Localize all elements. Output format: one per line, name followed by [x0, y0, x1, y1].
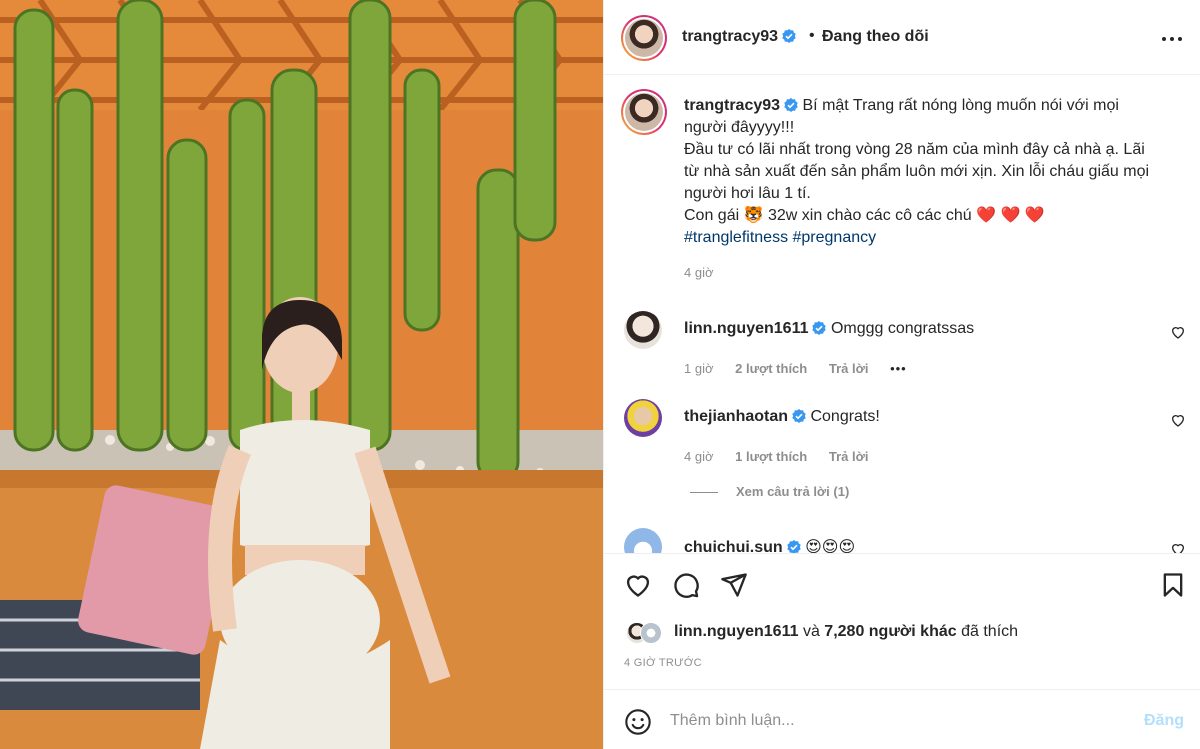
- header-separator: •: [809, 27, 815, 44]
- commenter-avatar[interactable]: [624, 528, 662, 553]
- add-comment-bar: Đăng: [604, 689, 1200, 749]
- like-heart-icon[interactable]: [624, 571, 652, 599]
- liker-username[interactable]: linn.nguyen1611: [674, 623, 798, 640]
- caption-text: trangtracy93 Bí mật Trang rất nóng lòng …: [684, 95, 1184, 249]
- comment-body: Congrats!: [810, 408, 880, 425]
- author-username[interactable]: trangtracy93: [682, 28, 796, 46]
- caption-username[interactable]: trangtracy93: [684, 97, 780, 114]
- verified-badge-icon: [792, 409, 806, 423]
- comment-time[interactable]: 4 giờ: [684, 449, 714, 464]
- author-avatar[interactable]: [621, 15, 667, 61]
- comment-input[interactable]: [670, 706, 1120, 736]
- liker-avatar[interactable]: [640, 622, 662, 644]
- more-options-icon[interactable]: [1160, 27, 1184, 51]
- replies-divider: [690, 492, 718, 494]
- comment-like-heart-icon[interactable]: [1170, 412, 1186, 428]
- emoji-smiley-icon[interactable]: [624, 708, 652, 736]
- post-photo[interactable]: [0, 0, 603, 749]
- commenter-username[interactable]: chuichui.sun: [684, 539, 783, 553]
- commenter-username[interactable]: thejianhaotan: [684, 408, 788, 425]
- commenter-avatar[interactable]: [624, 399, 662, 437]
- post-header: trangtracy93 • Đang theo dõi: [604, 0, 1200, 75]
- comment-body: 😍😍😍: [805, 539, 856, 553]
- comment-text: chuichui.sun 😍😍😍: [684, 537, 855, 553]
- post-actions: linn.nguyen1611 và 7,280 người khác đã t…: [604, 553, 1200, 689]
- comment-item: linn.nguyen1611 Omggg congratssas 1 giờ …: [604, 311, 1200, 399]
- post-side-panel: trangtracy93 • Đang theo dõi trangtracy9…: [603, 0, 1200, 749]
- comment-body: Omggg congratssas: [830, 320, 975, 337]
- verified-badge-icon: [812, 321, 827, 335]
- save-bookmark-icon[interactable]: [1159, 571, 1187, 599]
- likes-summary: linn.nguyen1611 và 7,280 người khác đã t…: [674, 623, 1018, 641]
- instagram-post: trangtracy93 • Đang theo dõi trangtracy9…: [0, 0, 1200, 749]
- post-timestamp[interactable]: 4 GIỜ TRƯỚC: [624, 657, 702, 669]
- author-username-text[interactable]: trangtracy93: [682, 28, 778, 45]
- comment-item: thejianhaotan Congrats! 4 giờ 1 lượt thí…: [604, 399, 1200, 487]
- post-comment-button[interactable]: Đăng: [1144, 712, 1184, 730]
- caption-line: người hơi lâu 1 tí.: [684, 185, 811, 202]
- comment-text: linn.nguyen1611 Omggg congratssas: [684, 320, 974, 338]
- comment-likes-count[interactable]: 2 lượt thích: [735, 361, 807, 376]
- view-replies-button[interactable]: Xem câu trả lời (1): [690, 484, 849, 499]
- reply-button[interactable]: Trả lời: [829, 449, 869, 464]
- caption-line: người đâyyyy!!!: [684, 119, 795, 136]
- verified-badge-icon: [786, 540, 801, 553]
- caption-line: Bí mật Trang rất nóng lòng muốn nói với …: [802, 97, 1119, 114]
- comment-meta: 1 giờ 2 lượt thích Trả lời •••: [684, 361, 925, 376]
- comment-likes-count[interactable]: 1 lượt thích: [735, 449, 807, 464]
- following-button[interactable]: Đang theo dõi: [822, 28, 929, 46]
- comment-like-heart-icon[interactable]: [1170, 324, 1186, 340]
- caption-timestamp[interactable]: 4 giờ: [684, 265, 714, 280]
- caption-hashtags[interactable]: #tranglefitness #pregnancy: [684, 227, 1184, 249]
- comment-more-options[interactable]: •••: [890, 361, 907, 376]
- comment-like-heart-icon[interactable]: [1170, 541, 1186, 553]
- comment-item: chuichui.sun 😍😍😍: [604, 528, 1200, 553]
- caption-author-avatar[interactable]: [621, 89, 667, 135]
- comment-time[interactable]: 1 giờ: [684, 361, 714, 376]
- reply-button[interactable]: Trả lời: [829, 361, 869, 376]
- verified-badge-icon: [784, 98, 798, 112]
- likes-connector: và: [802, 623, 820, 640]
- likes-suffix: đã thích: [961, 623, 1019, 640]
- view-replies-label[interactable]: Xem câu trả lời (1): [736, 484, 849, 499]
- comments-list[interactable]: trangtracy93 Bí mật Trang rất nóng lòng …: [604, 76, 1200, 553]
- caption-line: từ nhà sản xuất đến sản phẩm luôn mới xị…: [684, 163, 1150, 180]
- commenter-username[interactable]: linn.nguyen1611: [684, 320, 808, 337]
- comment-text: thejianhaotan Congrats!: [684, 408, 880, 426]
- caption-line: Đầu tư có lãi nhất trong vòng 28 năm của…: [684, 141, 1145, 158]
- caption-line: Con gái 🐯 32w xin chào các cô các chú ❤️…: [684, 207, 1045, 224]
- post-photo-illustration: [0, 0, 603, 749]
- commenter-avatar[interactable]: [624, 311, 662, 349]
- comment-bubble-icon[interactable]: [672, 571, 700, 599]
- share-paper-plane-icon[interactable]: [720, 571, 748, 599]
- likes-others-count[interactable]: 7,280 người khác: [824, 623, 956, 640]
- verified-badge-icon: [782, 29, 796, 43]
- comment-meta: 4 giờ 1 lượt thích Trả lời: [684, 449, 886, 464]
